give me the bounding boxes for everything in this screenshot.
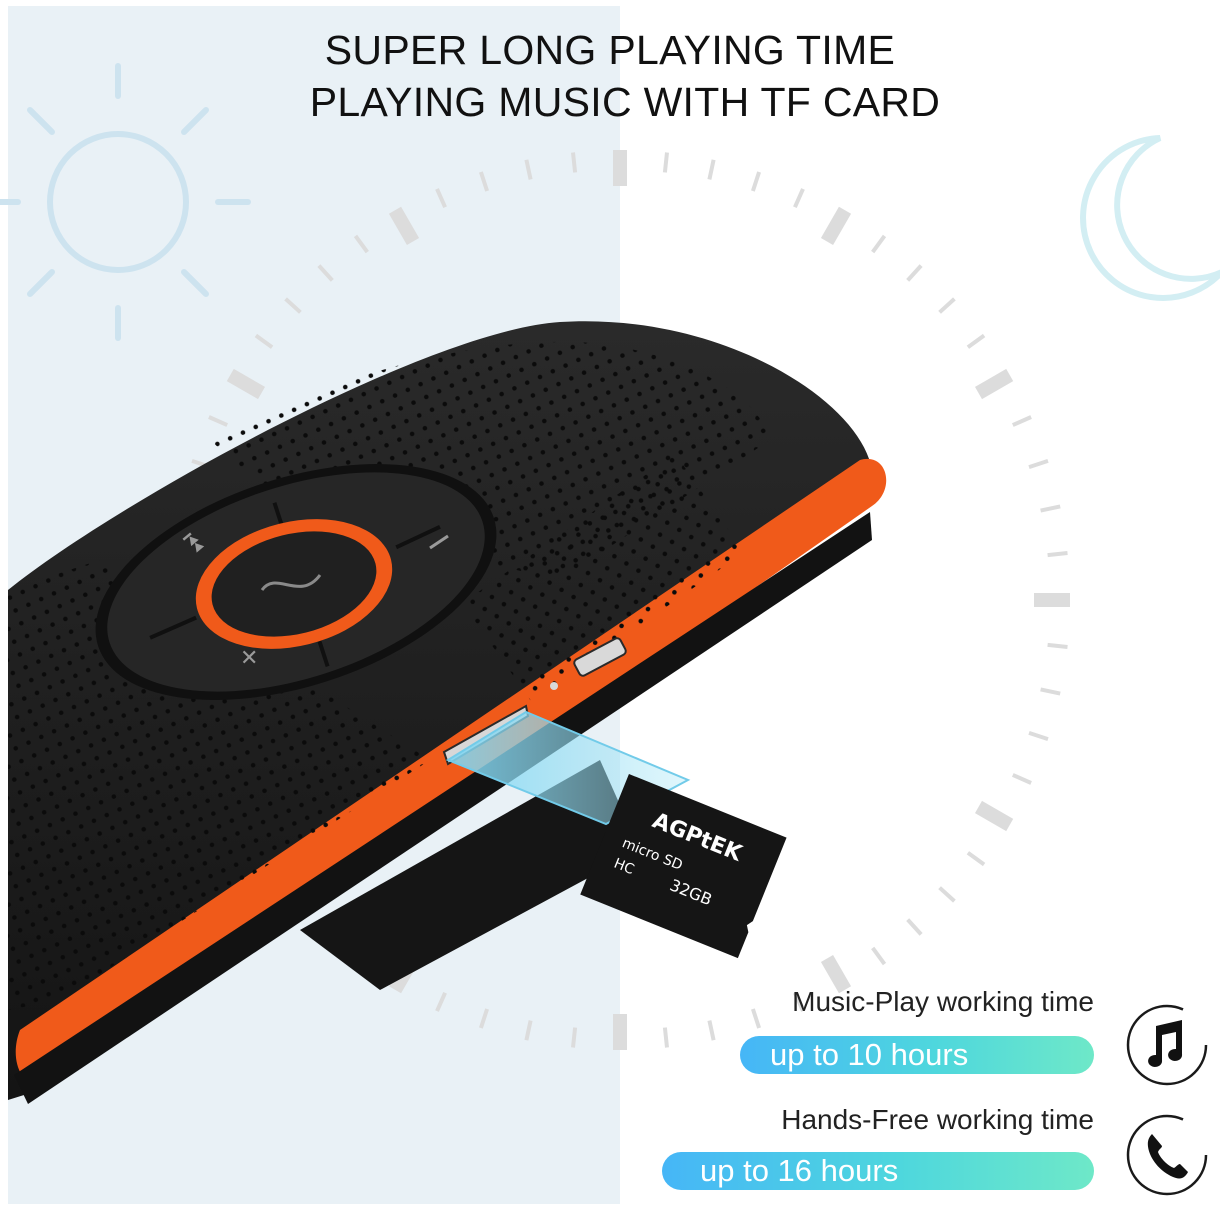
clock-minor-tick <box>707 1020 716 1041</box>
clock-major-tick <box>975 368 1014 400</box>
clock-minor-tick <box>524 1020 533 1041</box>
clock-minor-tick <box>1028 458 1049 470</box>
clock-minor-tick <box>524 159 533 180</box>
clock-minor-tick <box>938 297 956 314</box>
clock-minor-tick <box>662 152 669 173</box>
status-led <box>550 682 558 690</box>
music-play-feature: Music-Play working time up to 10 hours <box>720 986 1094 1076</box>
clock-major-tick <box>975 800 1014 832</box>
clock-minor-tick <box>254 333 274 349</box>
clock-minor-tick <box>571 152 578 173</box>
clock-major-tick <box>820 206 852 245</box>
moon-icon <box>1080 135 1220 301</box>
product-image: ⏮ ✕ AGPtEK micro SD HC 32GB SUPER LONG P… <box>0 0 1220 1213</box>
headline-line-2: PLAYING MUSIC WITH TF CARD <box>309 79 941 125</box>
clock-minor-tick <box>1011 773 1032 785</box>
clock-minor-tick <box>707 159 716 180</box>
feature-value-pill: up to 10 hours <box>740 1036 1094 1074</box>
headline: SUPER LONG PLAYING TIME PLAYING MUSIC WI… <box>0 24 1220 128</box>
clock-minor-tick <box>1040 504 1061 513</box>
clock-minor-tick <box>906 264 923 282</box>
clock-minor-tick <box>435 991 447 1012</box>
phone-icon <box>1126 1114 1208 1196</box>
feature-value-pill: up to 16 hours <box>662 1152 1094 1190</box>
headline-line-1: SUPER LONG PLAYING TIME <box>324 27 896 73</box>
clock-minor-tick <box>871 946 887 966</box>
clock-minor-tick <box>662 1027 669 1048</box>
shuffle-icon: ✕ <box>240 646 258 671</box>
clock-minor-tick <box>966 851 986 867</box>
clock-minor-tick <box>317 264 334 282</box>
feature-title: Hands-Free working time <box>781 1104 1094 1135</box>
feature-title: Music-Play working time <box>792 986 1094 1017</box>
clock-minor-tick <box>793 188 805 209</box>
clock-minor-tick <box>750 171 762 192</box>
clock-minor-tick <box>906 918 923 936</box>
clock-minor-tick <box>938 886 956 903</box>
clock-minor-tick <box>353 234 369 254</box>
clock-minor-tick <box>284 297 302 314</box>
clock-minor-tick <box>478 171 490 192</box>
clock-minor-tick <box>208 415 229 427</box>
clock-minor-tick <box>1011 415 1032 427</box>
clock-minor-tick <box>1040 687 1061 696</box>
clock-minor-tick <box>435 188 447 209</box>
clock-minor-tick <box>478 1008 490 1029</box>
clock-major-tick <box>226 368 265 400</box>
clock-minor-tick <box>1028 730 1049 742</box>
hands-free-feature: Hands-Free working time up to 16 hours <box>662 1104 1094 1194</box>
clock-minor-tick <box>1047 551 1068 558</box>
clock-minor-tick <box>966 333 986 349</box>
clock-minor-tick <box>571 1027 578 1048</box>
music-note-icon <box>1126 1004 1208 1086</box>
clock-minor-tick <box>1047 642 1068 649</box>
clock-minor-tick <box>871 234 887 254</box>
clock-major-tick <box>388 206 420 245</box>
